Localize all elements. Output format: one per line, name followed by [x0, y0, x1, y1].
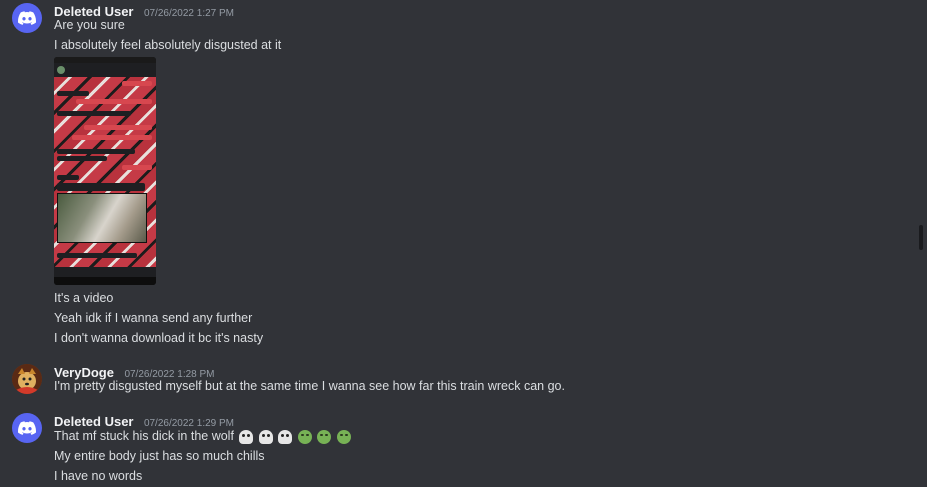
skull-icon[interactable]: [278, 429, 293, 444]
message-header: Deleted User 07/26/2022 1:27 PM: [54, 3, 234, 19]
avatar[interactable]: [12, 3, 42, 33]
phone-chat-body: [54, 77, 156, 267]
message-text: I have no words: [54, 469, 143, 483]
avatar[interactable]: [12, 364, 42, 394]
message-text: It's a video: [54, 291, 114, 305]
username[interactable]: VeryDoge: [54, 365, 114, 380]
username[interactable]: Deleted User: [54, 4, 133, 19]
chat-bubble: [57, 156, 107, 161]
message-text: Yeah idk if I wanna send any further: [54, 311, 253, 325]
chat-bubble: [76, 99, 152, 104]
message-group: Deleted User 07/26/2022 1:29 PM That mf …: [0, 413, 900, 487]
message-text-content: That mf stuck his dick in the wolf: [54, 429, 234, 443]
chat-bubble: [57, 111, 131, 116]
message-text: I'm pretty disgusted myself but at the s…: [54, 379, 565, 393]
message-header: Deleted User 07/26/2022 1:29 PM: [54, 413, 234, 429]
timestamp: 07/26/2022 1:29 PM: [143, 418, 235, 429]
message-text: Are you sure: [54, 18, 125, 32]
message-text: I absolutely feel absolutely disgusted a…: [54, 38, 282, 52]
chat-bubble: [57, 175, 79, 180]
username[interactable]: Deleted User: [54, 414, 133, 429]
message-text: That mf stuck his dick in the wolf: [54, 429, 351, 444]
doge-avatar-icon: [12, 364, 42, 394]
message-group: Deleted User 07/26/2022 1:27 PM Are you …: [0, 3, 900, 348]
contact-avatar: [57, 66, 65, 74]
chat-bubble: [57, 149, 135, 154]
chat-bubble: [72, 135, 152, 140]
nauseated-face-icon[interactable]: [297, 429, 312, 444]
skull-icon[interactable]: [239, 429, 254, 444]
phone-nav-bar: [54, 277, 156, 285]
scrollbar-thumb[interactable]: [919, 225, 923, 250]
chat-bubble: [57, 183, 145, 191]
chat-bubble: [57, 91, 89, 96]
discord-icon: [18, 421, 36, 435]
nauseated-face-icon[interactable]: [317, 429, 332, 444]
image-attachment[interactable]: [54, 57, 156, 285]
nauseated-face-icon[interactable]: [336, 429, 351, 444]
chat-bubble: [122, 165, 152, 170]
phone-message-input: [54, 267, 156, 277]
skull-icon[interactable]: [258, 429, 273, 444]
discord-icon: [18, 11, 36, 25]
chat-bubble: [57, 253, 137, 258]
chat-messages: Deleted User 07/26/2022 1:27 PM Are you …: [0, 0, 916, 487]
avatar[interactable]: [12, 413, 42, 443]
message-group: VeryDoge 07/26/2022 1:28 PM I'm pretty d…: [0, 364, 900, 398]
timestamp: 07/26/2022 1:27 PM: [143, 8, 235, 19]
chat-bubble: [84, 125, 152, 130]
message-header: VeryDoge 07/26/2022 1:28 PM: [54, 364, 215, 380]
phone-chat-header: [54, 63, 156, 77]
chat-bubble: [122, 81, 152, 86]
video-thumbnail: [57, 193, 147, 243]
message-text: My entire body just has so much chills: [54, 449, 265, 463]
message-text: I don't wanna download it bc it's nasty: [54, 331, 264, 345]
